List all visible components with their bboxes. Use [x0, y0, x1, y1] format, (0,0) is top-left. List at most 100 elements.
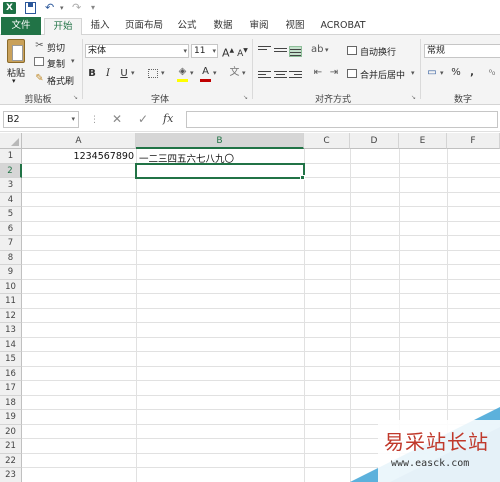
column-header-a[interactable]: A [22, 133, 136, 149]
row-header-23[interactable]: 23 [0, 468, 22, 482]
row-header-6[interactable]: 6 [0, 221, 22, 236]
wrap-text-button[interactable]: 自动换行 [360, 45, 396, 58]
font-color-dropdown-icon[interactable]: ▾ [213, 69, 217, 77]
font-size-select[interactable]: 11 ▾ [191, 44, 218, 58]
shrink-font-button[interactable]: A▼ [237, 45, 248, 60]
row-header-15[interactable]: 15 [0, 352, 22, 367]
row-header-1[interactable]: 1 [0, 149, 22, 164]
paste-button[interactable]: 粘贴 [7, 66, 25, 79]
tab-insert[interactable]: 插入 [86, 18, 114, 35]
tab-review[interactable]: 审阅 [246, 18, 272, 35]
tab-view[interactable]: 视图 [282, 18, 308, 35]
merge-center-dropdown-icon[interactable]: ▾ [411, 69, 415, 77]
align-top-icon[interactable] [258, 44, 271, 55]
row-header-18[interactable]: 18 [0, 395, 22, 410]
merge-center-button[interactable]: 合并后居中 [360, 68, 405, 81]
row-header-2[interactable]: 2 [0, 163, 22, 178]
align-middle-icon[interactable] [274, 46, 287, 57]
increase-decimal-icon[interactable]: ⁰₀ [485, 67, 499, 79]
column-header-b[interactable]: B [136, 133, 304, 149]
tab-home[interactable]: 开始 [44, 18, 82, 36]
row-header-4[interactable]: 4 [0, 192, 22, 207]
row-header-22[interactable]: 22 [0, 453, 22, 468]
fill-color-dropdown-icon[interactable]: ▾ [190, 69, 194, 77]
font-name-select[interactable]: 宋体 ▾ [85, 44, 189, 58]
cell-b2-selection[interactable] [135, 163, 305, 179]
cell-a1[interactable]: 1234567890 [22, 151, 135, 162]
align-center-icon[interactable] [274, 69, 287, 80]
decrease-indent-icon[interactable]: ⇤ [311, 67, 325, 79]
row-header-12[interactable]: 12 [0, 308, 22, 323]
accounting-format-icon[interactable]: ▭ [425, 67, 439, 79]
name-box[interactable]: B2 ▾ [3, 111, 79, 128]
alignment-launcher-icon[interactable]: ↘ [411, 94, 418, 101]
row-header-13[interactable]: 13 [0, 323, 22, 338]
column-header-d[interactable]: D [350, 133, 399, 149]
align-right-icon[interactable] [289, 69, 302, 80]
bold-button[interactable]: B [87, 68, 97, 80]
paste-dropdown-icon[interactable]: ▾ [12, 77, 16, 85]
customize-qat-icon[interactable]: ▾ [91, 2, 99, 14]
copy-dropdown-icon[interactable]: ▾ [71, 57, 75, 65]
redo-icon[interactable]: ↷ [72, 2, 86, 14]
enter-icon[interactable]: ✓ [138, 112, 148, 126]
cancel-icon[interactable]: ✕ [112, 112, 122, 126]
grow-font-button[interactable]: A▲ [222, 45, 234, 60]
column-header-c[interactable]: C [304, 133, 350, 149]
formula-bar-resize-handle[interactable]: ⋮ [90, 115, 99, 125]
align-bottom-icon[interactable] [289, 46, 302, 57]
format-painter-button[interactable]: 格式刷 [47, 74, 74, 87]
row-header-10[interactable]: 10 [0, 279, 22, 294]
merge-center-icon[interactable] [347, 69, 357, 78]
row-header-8[interactable]: 8 [0, 250, 22, 265]
row-header-19[interactable]: 19 [0, 410, 22, 425]
borders-dropdown-icon[interactable]: ▾ [161, 69, 165, 77]
wrap-text-icon[interactable] [347, 46, 357, 55]
percent-button[interactable]: % [451, 67, 461, 79]
column-header-f[interactable]: F [447, 133, 500, 149]
column-header-e[interactable]: E [399, 133, 447, 149]
tab-file[interactable]: 文件 [1, 17, 41, 35]
row-header-11[interactable]: 11 [0, 294, 22, 309]
accounting-dropdown-icon[interactable]: ▾ [440, 69, 444, 77]
row-header-9[interactable]: 9 [0, 265, 22, 280]
paste-icon[interactable] [7, 39, 25, 63]
row-header-14[interactable]: 14 [0, 337, 22, 352]
increase-indent-icon[interactable]: ⇥ [327, 67, 341, 79]
insert-function-button[interactable]: fx [163, 112, 173, 126]
row-header-20[interactable]: 20 [0, 424, 22, 439]
copy-button[interactable]: 复制 [47, 57, 65, 70]
copy-icon[interactable] [34, 57, 44, 66]
comma-style-button[interactable]: , [467, 67, 477, 79]
underline-button[interactable]: U [119, 68, 129, 80]
save-icon[interactable] [25, 2, 36, 14]
row-header-7[interactable]: 7 [0, 236, 22, 251]
align-left-icon[interactable] [258, 69, 271, 80]
cut-icon[interactable]: ✂ [34, 40, 45, 52]
orientation-icon[interactable]: ab [311, 44, 323, 56]
tab-data[interactable]: 数据 [210, 18, 236, 35]
row-header-5[interactable]: 5 [0, 207, 22, 222]
number-format-select[interactable]: 常规 [424, 44, 500, 58]
phonetic-icon[interactable]: 文 [229, 67, 240, 79]
undo-icon[interactable]: ↶ [45, 2, 59, 14]
italic-button[interactable]: I [103, 68, 113, 80]
phonetic-dropdown-icon[interactable]: ▾ [242, 69, 246, 77]
format-painter-icon[interactable]: ✎ [34, 73, 45, 85]
font-color-icon[interactable]: A [200, 66, 211, 78]
tab-page-layout[interactable]: 页面布局 [122, 18, 166, 35]
fill-handle[interactable] [300, 175, 305, 180]
clipboard-launcher-icon[interactable]: ↘ [73, 94, 80, 101]
underline-dropdown-icon[interactable]: ▾ [131, 69, 135, 77]
font-launcher-icon[interactable]: ↘ [243, 94, 250, 101]
row-header-3[interactable]: 3 [0, 178, 22, 193]
tab-acrobat[interactable]: ACROBAT [317, 18, 369, 35]
fill-color-icon[interactable]: ◈ [177, 66, 188, 78]
row-header-16[interactable]: 16 [0, 366, 22, 381]
undo-dropdown-icon[interactable]: ▾ [60, 2, 66, 14]
select-all-button[interactable] [0, 133, 22, 149]
orientation-dropdown-icon[interactable]: ▾ [325, 46, 329, 54]
cut-button[interactable]: 剪切 [47, 41, 65, 54]
row-header-17[interactable]: 17 [0, 381, 22, 396]
borders-icon[interactable] [148, 69, 158, 78]
